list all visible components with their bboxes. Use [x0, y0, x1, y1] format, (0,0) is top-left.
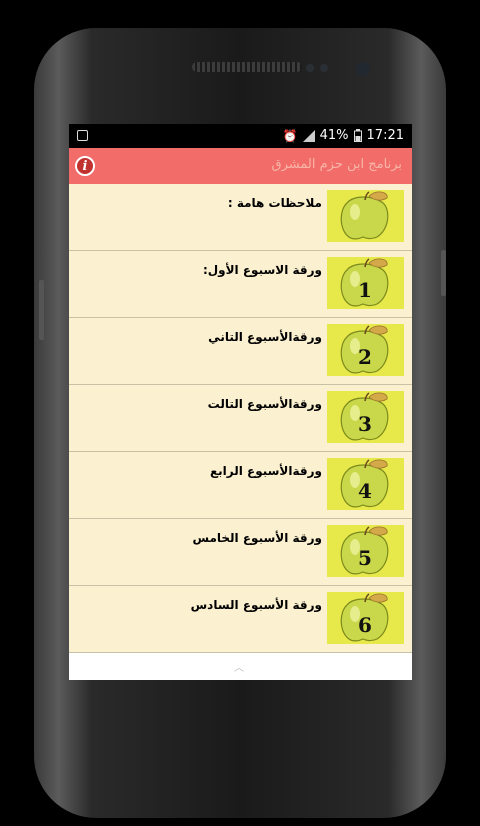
- status-icons: ⏰ 41% 17:21: [283, 128, 404, 143]
- image-icon: [77, 130, 88, 141]
- proximity-sensor: [306, 64, 314, 72]
- status-bar: ⏰ 41% 17:21: [69, 124, 412, 148]
- earpiece-speaker: [192, 62, 302, 72]
- week-number: 5: [358, 546, 372, 570]
- list-item-week-1[interactable]: ورقة الاسبوع الأول: 1: [69, 251, 412, 318]
- list-item-label: ورقةالأسبوع الرابع: [209, 464, 322, 478]
- week-number: 6: [358, 613, 372, 637]
- clock: 17:21: [366, 128, 404, 143]
- apple-icon: [327, 190, 404, 242]
- apple-icon: 2: [327, 324, 404, 376]
- apple-icon: 6: [327, 592, 404, 644]
- lesson-list: ملاحظات هامة : ورقة الاسبوع الأول: 1 ورق…: [69, 184, 412, 653]
- front-camera: [320, 64, 328, 72]
- week-number: 4: [358, 479, 372, 503]
- signal-icon: [302, 129, 315, 142]
- apple-icon: 4: [327, 458, 404, 510]
- battery-icon: [353, 129, 362, 142]
- list-item-label: ورقةالأسبوع التاني: [208, 330, 322, 344]
- week-number: 3: [358, 412, 372, 436]
- week-number: 1: [358, 278, 372, 302]
- list-item-label: ورقة الأسبوع السادس: [190, 598, 322, 612]
- list-item-label: ورقة الأسبوع الخامس: [192, 531, 323, 545]
- front-camera-lens: [356, 62, 370, 76]
- app-title: برنامج ابن حزم المشرق: [271, 157, 402, 172]
- list-item-label: ملاحظات هامة :: [227, 196, 322, 210]
- list-item-week-4[interactable]: ورقةالأسبوع الرابع 4: [69, 452, 412, 519]
- list-item-week-3[interactable]: ورقةالأسبوع التالت 3: [69, 385, 412, 452]
- apple-icon: 1: [327, 257, 404, 309]
- week-number: 2: [358, 345, 372, 369]
- list-item-label: ورقةالأسبوع التالت: [207, 397, 322, 411]
- app-header: برنامج ابن حزم المشرق i: [69, 148, 412, 184]
- apple-icon: 5: [327, 525, 404, 577]
- chevron-up-icon[interactable]: ︿: [234, 659, 244, 674]
- list-item-week-5[interactable]: ورقة الأسبوع الخامس 5: [69, 519, 412, 586]
- battery-percent: 41%: [319, 128, 349, 143]
- list-item-notes[interactable]: ملاحظات هامة :: [69, 184, 412, 251]
- app-screen: ⏰ 41% 17:21 برنامج ابن حزم المشرق i ملاح…: [69, 124, 412, 680]
- list-item-week-6[interactable]: ورقة الأسبوع السادس 6: [69, 586, 412, 653]
- power-button: [441, 250, 446, 296]
- info-icon[interactable]: i: [75, 156, 95, 176]
- volume-button: [39, 280, 44, 340]
- list-item-label: ورقة الاسبوع الأول:: [202, 263, 322, 277]
- apple-icon: 3: [327, 391, 404, 443]
- footer: ︿: [69, 654, 412, 680]
- list-item-week-2[interactable]: ورقةالأسبوع التاني 2: [69, 318, 412, 385]
- alarm-icon: ⏰: [282, 128, 298, 143]
